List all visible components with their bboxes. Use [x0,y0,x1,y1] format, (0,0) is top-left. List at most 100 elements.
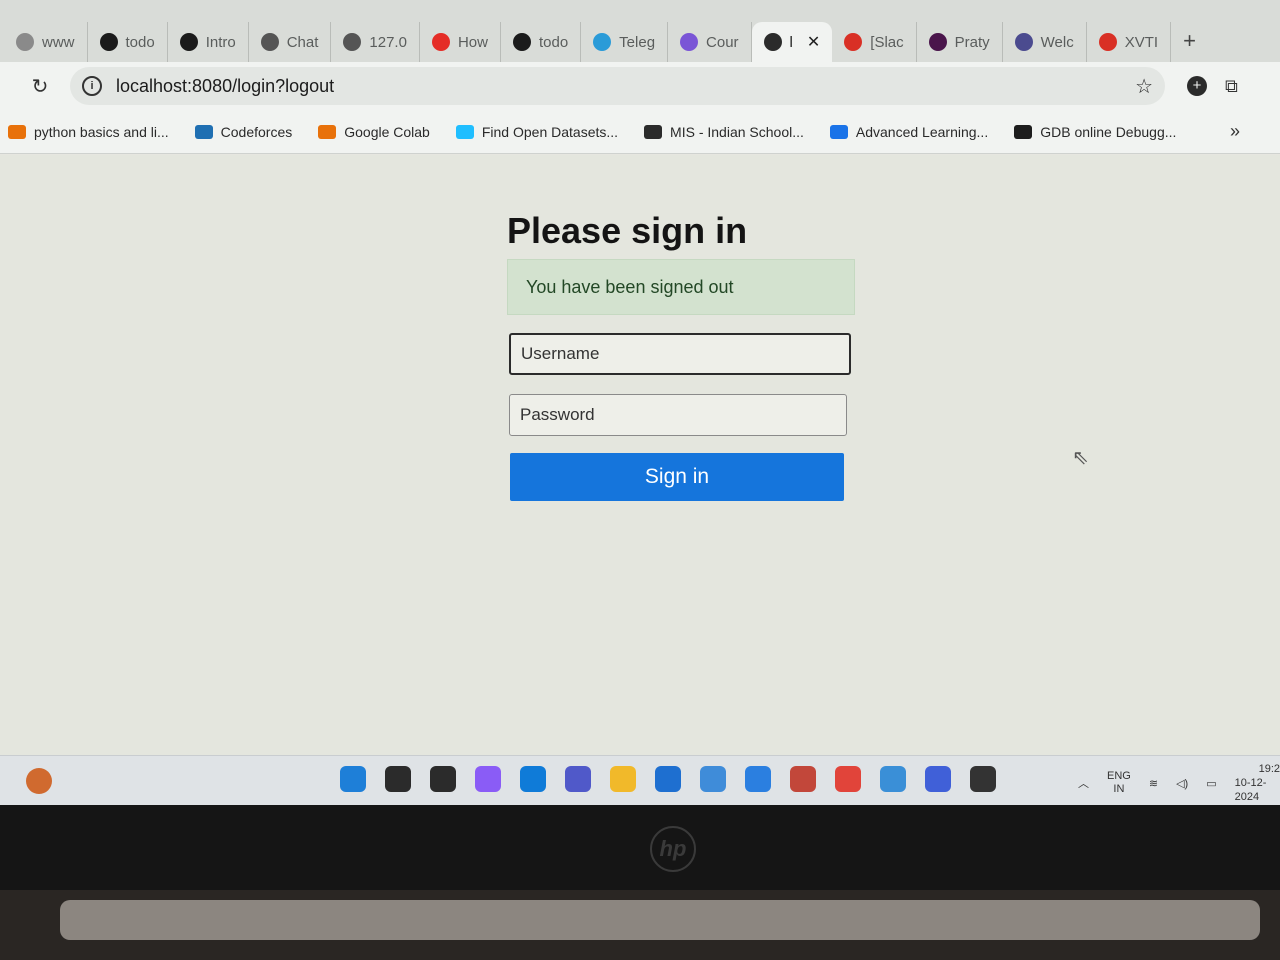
tab[interactable]: Teleg [581,22,669,62]
taskbar-app-icon[interactable] [610,766,636,792]
bookmark-label: MIS - Indian School... [670,123,804,140]
taskbar-app-icon[interactable] [970,766,996,792]
taskbar-app-icon[interactable] [880,766,906,792]
new-tab-button[interactable]: + [1171,28,1208,62]
tab-label: Intro [205,33,236,51]
bookmark-item[interactable]: Google Colab [318,124,430,140]
bookmark-label: Find Open Datasets... [481,123,619,140]
browser-toolbar: ↻ i localhost:8080/login?logout ☆ + ⧉ [0,62,1280,110]
clock[interactable]: 19:2 10-12-2024 [1235,762,1280,804]
username-input[interactable] [509,333,851,375]
tab-close-icon[interactable]: ✕ [807,32,820,52]
bookmark-star-icon[interactable]: ☆ [1135,74,1153,99]
taskbar-app-icon[interactable] [925,766,951,792]
tab[interactable]: Intro [168,22,249,62]
system-tray: ︿ ENG IN ≋ ◁) ▭ 19:2 10-12-2024 [1078,762,1280,804]
tab-favicon-icon [593,33,612,51]
tab-label: How [457,33,488,51]
reload-icon[interactable]: ↻ [20,74,60,99]
clock-time: 19:2 [1258,763,1280,775]
bookmark-item[interactable]: python basics and li... [8,124,169,140]
extensions-puzzle-icon[interactable]: ⧉ [1225,76,1238,97]
battery-icon[interactable]: ▭ [1206,777,1216,790]
hp-logo-icon: hp [650,826,696,872]
tab-label: Chat [286,33,319,51]
tab[interactable]: www [4,22,88,62]
tab[interactable]: Welc [1003,22,1087,62]
weather-widget-icon[interactable] [26,768,52,794]
taskbar-app-icon[interactable] [745,766,771,792]
tab-favicon-icon [16,33,34,51]
sign-in-button[interactable]: Sign in [510,453,844,501]
tab[interactable]: How [420,22,501,62]
login-page: Please sign in You have been signed out … [0,155,1280,755]
tab-label: Welc [1040,33,1074,51]
tab[interactable]: Praty [917,22,1003,62]
extension-plus-icon[interactable]: + [1187,76,1207,96]
tab[interactable]: todo [88,22,168,62]
taskbar-app-icon[interactable] [835,766,861,792]
site-info-icon[interactable]: i [82,76,102,96]
bookmark-item[interactable]: GDB online Debugg... [1014,124,1176,140]
tab-label: [Slac [870,33,904,51]
tab[interactable]: [Slac [832,22,917,62]
tab-label: XVTI [1124,33,1159,51]
tab-favicon-icon [1098,33,1117,51]
tab-label: todo [125,33,155,51]
tab-favicon-icon [680,33,699,51]
tab-strip: www todo Intro Chat 127.0 How todo Teleg Cour l ✕[… [0,0,1280,62]
taskbar-app-icon[interactable] [700,766,726,792]
password-input[interactable] [509,394,847,436]
windows-taskbar: ︿ ENG IN ≋ ◁) ▭ 19:2 10-12-2024 [0,755,1280,805]
tab[interactable]: XVTI [1087,22,1172,62]
url-text[interactable]: localhost:8080/login?logout [116,76,1135,97]
tab-favicon-icon [928,33,947,51]
taskbar-app-icon[interactable] [655,766,681,792]
volume-icon[interactable]: ◁) [1176,777,1188,790]
tab-active[interactable]: l ✕ [751,22,833,62]
more-bookmarks-icon[interactable]: » [1230,121,1240,142]
bookmark-favicon-icon [455,124,474,139]
bookmarks-bar: python basics and li... Codeforces Google … [0,110,1280,154]
bookmark-label: python basics and li... [34,123,169,140]
tab-label: Cour [706,33,739,51]
tab[interactable]: Chat [249,22,332,62]
wifi-icon[interactable]: ≋ [1149,777,1158,790]
language-code: ENG [1107,770,1131,782]
tab[interactable]: todo [501,22,582,62]
tab-favicon-icon [260,33,279,51]
address-bar[interactable]: i localhost:8080/login?logout ☆ [70,67,1165,105]
bookmark-favicon-icon [318,124,337,139]
bookmark-label: GDB online Debugg... [1040,123,1177,140]
taskbar-app-icon[interactable] [475,766,501,792]
alert-text: You have been signed out [526,276,734,297]
tab-label: Teleg [619,33,656,51]
taskbar-apps [340,766,996,792]
mouse-pointer-icon: ⇖ [1072,447,1089,469]
clock-date: 10-12-2024 [1234,777,1267,803]
tab[interactable]: 127.0 [331,22,420,62]
bookmark-item[interactable]: MIS - Indian School... [644,124,804,140]
bookmark-item[interactable]: Advanced Learning... [829,124,988,140]
tab[interactable]: Cour [668,22,752,62]
tab-label: www [42,33,75,51]
bookmark-item[interactable]: Find Open Datasets... [455,123,619,140]
start-menu-icon[interactable] [340,766,366,792]
bookmark-favicon-icon [1014,124,1033,139]
tray-overflow-icon[interactable]: ︿ [1078,775,1089,791]
tab-favicon-icon [99,33,118,51]
bookmark-label: Codeforces [220,123,293,140]
tab-favicon-icon [763,33,782,51]
taskbar-app-icon[interactable] [385,766,411,792]
tab-favicon-icon [179,33,198,51]
taskbar-app-icon[interactable] [520,766,546,792]
taskbar-app-icon[interactable] [565,766,591,792]
tab-favicon-icon [431,33,450,51]
taskbar-app-icon[interactable] [430,766,456,792]
bookmark-favicon-icon [194,124,213,139]
bookmark-item[interactable]: Codeforces [194,123,293,140]
bookmark-favicon-icon [8,124,26,139]
taskbar-app-icon[interactable] [790,766,816,792]
page-title: Please sign in [507,210,748,251]
language-indicator[interactable]: ENG IN [1107,770,1131,796]
